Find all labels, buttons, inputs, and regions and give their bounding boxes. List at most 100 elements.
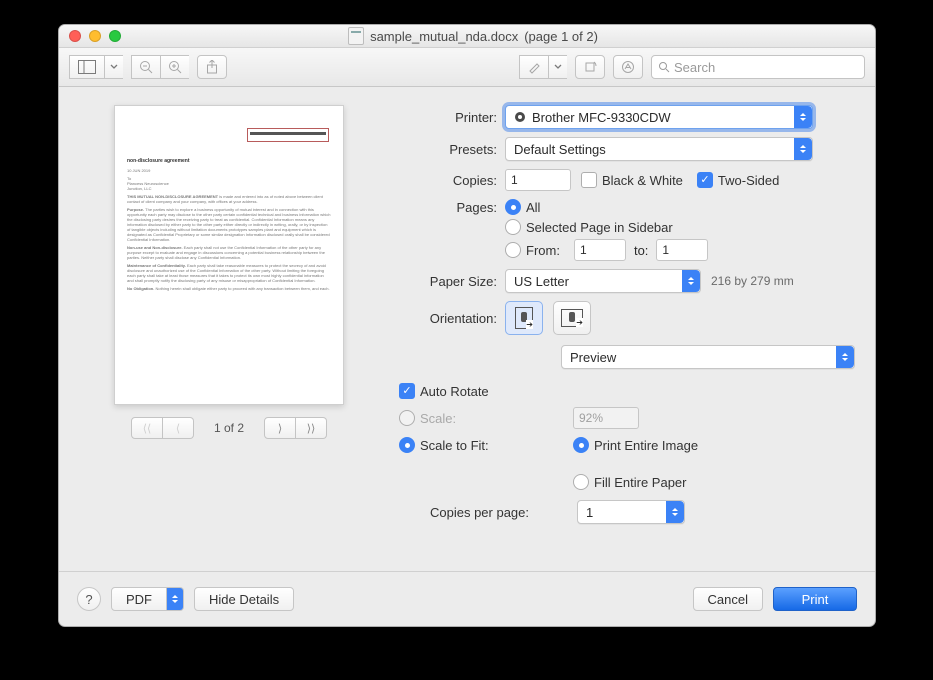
page-preview[interactable]: non-disclosure agreement 10 JUN 2019 ToP… (114, 105, 344, 405)
zoom-out-button[interactable] (131, 55, 160, 79)
scale-radio[interactable] (399, 410, 415, 426)
autorotate-checkbox[interactable] (399, 383, 415, 399)
orientation-portrait-button[interactable] (505, 301, 543, 335)
pages-from-option[interactable]: From: (505, 242, 560, 258)
print-button[interactable]: Print (773, 587, 857, 611)
pages-selected-label: Selected Page in Sidebar (526, 220, 673, 235)
fill-paper-label: Fill Entire Paper (594, 475, 686, 490)
scalefit-radio[interactable] (399, 437, 415, 453)
page-counter: 1 of 2 (214, 421, 244, 435)
scale-option[interactable]: Scale: (399, 410, 559, 426)
toolbar: Search (59, 48, 875, 87)
sidebar-view-button[interactable] (69, 55, 104, 79)
hide-details-button[interactable]: Hide Details (194, 587, 294, 611)
printer-status-icon (514, 111, 526, 123)
printer-select[interactable]: Brother MFC-9330CDW (505, 105, 813, 129)
pages-from-label: From: (526, 243, 560, 258)
copies-per-page-select[interactable]: 1 (577, 500, 685, 524)
pages-selected-radio[interactable] (505, 219, 521, 235)
pages-all-option[interactable]: All (505, 199, 540, 215)
search-placeholder: Search (674, 60, 715, 75)
pages-label: Pages: (389, 200, 505, 215)
bw-label: Black & White (602, 173, 683, 188)
preview-text: Maintenance of Confidentiality. Each par… (127, 263, 331, 283)
scalefit-label: Scale to Fit: (420, 438, 489, 453)
presets-value: Default Settings (514, 142, 606, 157)
sidebar-view-menu[interactable] (104, 55, 123, 79)
section-select[interactable]: Preview (561, 345, 855, 369)
preview-text: THIS MUTUAL NON-DISCLOSURE AGREEMENT is … (127, 194, 331, 204)
print-sheet: non-disclosure agreement 10 JUN 2019 ToP… (59, 87, 875, 595)
copies-label: Copies: (389, 173, 505, 188)
select-arrows-icon (794, 106, 812, 128)
page-navigator: ⟨⟨ ⟨ 1 of 2 ⟩ ⟩⟩ (131, 417, 327, 439)
print-entire-radio[interactable] (573, 437, 589, 453)
autorotate-label: Auto Rotate (420, 384, 489, 399)
zoom-in-button[interactable] (160, 55, 189, 79)
scale-input: 92% (573, 407, 639, 429)
select-arrows-icon (666, 501, 684, 523)
orientation-landscape-button[interactable] (553, 301, 591, 335)
pages-from-input[interactable]: 1 (574, 239, 626, 261)
autorotate-option[interactable]: Auto Rotate (399, 383, 489, 399)
zoom-group (131, 55, 189, 79)
chevron-down-icon (110, 64, 118, 70)
fill-paper-option[interactable]: Fill Entire Paper (573, 474, 698, 490)
prev-page-button[interactable]: ⟨ (163, 417, 194, 439)
share-button[interactable] (197, 55, 227, 79)
zoom-in-icon (168, 60, 182, 74)
pages-from-radio[interactable] (505, 242, 521, 258)
rotate-button[interactable] (575, 55, 605, 79)
papersize-dimensions: 216 by 279 mm (711, 274, 794, 288)
view-mode-group (69, 55, 123, 79)
window-title: sample_mutual_nda.docx (page 1 of 2) (71, 27, 875, 45)
bw-option[interactable]: Black & White (581, 172, 683, 188)
twosided-option[interactable]: Two-Sided (697, 172, 779, 188)
orientation-label: Orientation: (389, 311, 505, 326)
portrait-icon (515, 307, 533, 329)
pages-all-label: All (526, 200, 540, 215)
highlight-icon (527, 60, 541, 74)
pages-selected-option[interactable]: Selected Page in Sidebar (505, 219, 673, 235)
next-page-group: ⟩ ⟩⟩ (264, 417, 327, 439)
preview-heading: non-disclosure agreement (127, 158, 331, 164)
bottom-bar: ? PDF Hide Details Cancel Print (59, 571, 875, 626)
highlight-button[interactable] (519, 55, 548, 79)
bw-checkbox[interactable] (581, 172, 597, 188)
papersize-select[interactable]: US Letter (505, 269, 701, 293)
first-page-button[interactable]: ⟨⟨ (131, 417, 163, 439)
annotate-group (519, 55, 567, 79)
markup-button[interactable] (613, 55, 643, 79)
search-icon (658, 61, 670, 73)
copies-per-page-value: 1 (586, 505, 593, 520)
print-entire-label: Print Entire Image (594, 438, 698, 453)
print-entire-option[interactable]: Print Entire Image (573, 437, 698, 453)
twosided-checkbox[interactable] (697, 172, 713, 188)
highlight-menu[interactable] (548, 55, 567, 79)
twosided-label: Two-Sided (718, 173, 779, 188)
printer-value: Brother MFC-9330CDW (532, 110, 671, 125)
papersize-value: US Letter (514, 274, 569, 289)
select-arrows-icon (682, 270, 700, 292)
markup-icon (621, 60, 635, 74)
next-page-button[interactable]: ⟩ (264, 417, 296, 439)
fill-paper-radio[interactable] (573, 474, 589, 490)
copies-input[interactable]: 1 (505, 169, 571, 191)
prev-page-group: ⟨⟨ ⟨ (131, 417, 194, 439)
document-icon (348, 27, 364, 45)
scalefit-option[interactable]: Scale to Fit: (399, 437, 559, 453)
chevron-down-icon (554, 64, 562, 70)
preview-text: 10 JUN 2019 (127, 168, 331, 173)
pages-all-radio[interactable] (505, 199, 521, 215)
pdf-menu-button[interactable]: PDF (111, 587, 184, 611)
last-page-button[interactable]: ⟩⟩ (296, 417, 327, 439)
pages-to-input[interactable]: 1 (656, 239, 708, 261)
pages-to-label: to: (634, 243, 648, 258)
cancel-button[interactable]: Cancel (693, 587, 763, 611)
window-title-filename: sample_mutual_nda.docx (370, 29, 518, 44)
presets-select[interactable]: Default Settings (505, 137, 813, 161)
select-arrows-icon (794, 138, 812, 160)
search-field[interactable]: Search (651, 55, 865, 79)
help-button[interactable]: ? (77, 587, 101, 611)
preview-text: Non-use and Non-disclosure. Each party s… (127, 245, 331, 260)
